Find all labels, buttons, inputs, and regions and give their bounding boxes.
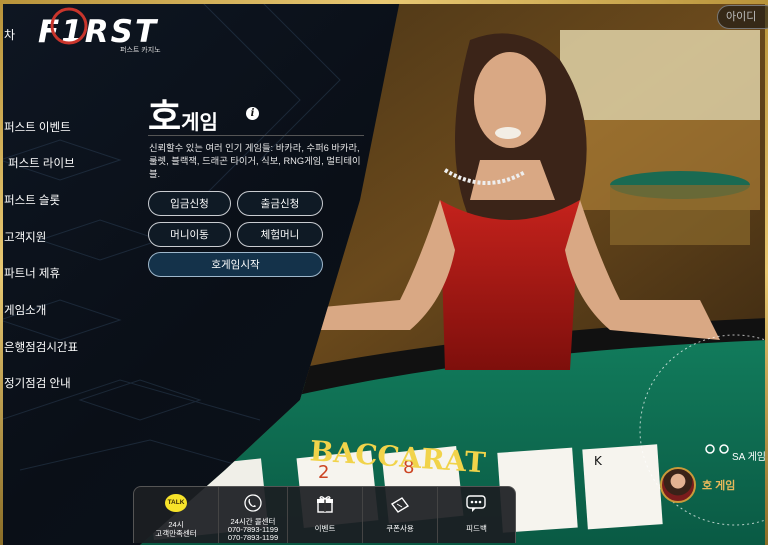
dock-item-kakao[interactable]: TALK 24시 고객만족센터 <box>134 487 219 543</box>
login-id-button[interactable]: 아이디 <box>717 5 768 29</box>
sidebar-item-maintenance[interactable]: 정기점검 안내 <box>4 375 71 391</box>
dock-item-events[interactable]: 이벤트 <box>288 487 363 543</box>
dock-label: 쿠폰사용 <box>386 524 414 533</box>
sidebar-item-support[interactable]: 고객지원 <box>4 229 46 245</box>
ho-game-link[interactable]: 호 게임 <box>702 477 735 493</box>
info-icon[interactable]: i <box>246 107 259 120</box>
dock-item-coupon[interactable]: 쿠폰사용 <box>363 487 438 543</box>
casino-photo: 2 8 K BACCARAT <box>140 0 768 545</box>
sidebar-item-bank-hours[interactable]: 은행점검시간표 <box>4 339 78 355</box>
dock-label: 이벤트 <box>314 524 336 533</box>
page: 2 8 K BACCARAT F1RST 퍼스트 카지노 차 아이디 퍼스트 이… <box>0 0 768 545</box>
sa-game-link[interactable]: SA 게임 <box>732 448 766 463</box>
logo[interactable]: F1RST 퍼스트 카지노 <box>38 7 161 54</box>
gift-icon <box>317 496 333 513</box>
phone-icon <box>244 494 262 512</box>
sidebar-item-events[interactable]: 퍼스트 이벤트 <box>4 119 71 135</box>
dock-label: 070-7893-1199 <box>227 533 279 542</box>
sidebar-item-game-intro[interactable]: 게임소개 <box>4 302 46 318</box>
trial-money-button[interactable]: 체험머니 <box>237 222 323 247</box>
dock-item-feedback[interactable]: 피드백 <box>438 487 515 543</box>
svg-text:K: K <box>594 454 603 468</box>
withdraw-button[interactable]: 출금신청 <box>237 191 323 216</box>
page-title-small: 게임 <box>181 112 218 134</box>
dock-label: 24시 <box>168 520 184 529</box>
gold-top-border <box>0 0 768 4</box>
sidebar-item-partner[interactable]: 파트너 제휴 <box>4 265 60 281</box>
dock-label: 고객만족센터 <box>155 529 197 538</box>
gold-left-border <box>0 0 3 545</box>
start-game-button[interactable]: 호게임시작 <box>148 252 323 277</box>
game-description: 신뢰할수 있는 여러 인기 게임들: 바카라, 수퍼6 바카라, 룰렛, 블랙잭… <box>149 143 361 179</box>
bottom-dock: TALK 24시 고객만족센터 24시간 콜센터 070-7893-1199 0… <box>133 486 516 543</box>
dock-label: 피드백 <box>466 524 487 533</box>
chat-bubble-icon <box>466 495 486 512</box>
kakao-talk-icon: TALK <box>165 494 187 512</box>
logo-subtitle: 퍼스트 카지노 <box>120 47 161 54</box>
logo-mark <box>50 7 88 45</box>
money-move-button[interactable]: 머니이동 <box>148 222 231 247</box>
deposit-button[interactable]: 입금신청 <box>148 191 231 216</box>
sidebar-item-live[interactable]: 퍼스트 라이브 <box>8 155 75 171</box>
page-title: 호게임 <box>148 88 218 140</box>
header-corner-text: 차 <box>4 28 16 42</box>
dock-item-callcenter[interactable]: 24시간 콜센터 070-7893-1199 070-7893-1199 <box>219 487 288 543</box>
title-divider <box>148 135 364 136</box>
coupon-icon <box>390 497 410 513</box>
ho-game-avatar[interactable] <box>660 467 696 503</box>
sidebar-item-slots[interactable]: 퍼스트 슬롯 <box>4 192 60 208</box>
page-title-big: 호 <box>148 96 182 137</box>
game-selector-dots <box>705 444 729 454</box>
